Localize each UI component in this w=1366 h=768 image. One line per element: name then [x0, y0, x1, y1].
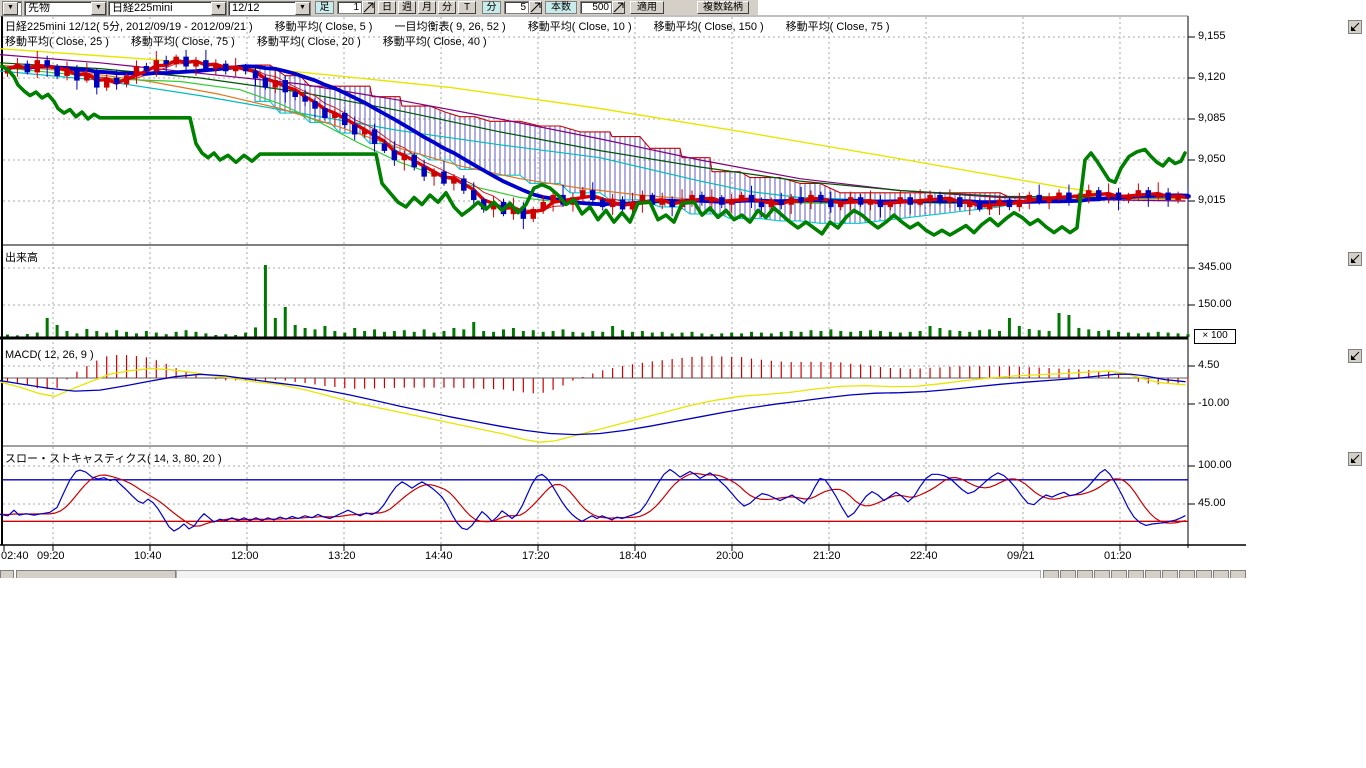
time-axis-label: 09:20: [37, 550, 65, 562]
mini-toolbar-button[interactable]: [1230, 570, 1246, 578]
time-axis-label: 17:20: [522, 550, 550, 562]
volume-panel-title: 出来高: [5, 249, 38, 265]
indicator-label: 移動平均( Close, 20 ): [257, 36, 361, 48]
time-axis-label: 13:20: [328, 550, 356, 562]
mini-toolbar-button[interactable]: [1196, 570, 1212, 578]
chart-application-window: { "toolbar": { "collapse_icon": "dropdow…: [0, 0, 1366, 768]
panel-resize-button[interactable]: [1348, 20, 1362, 34]
time-axis-label: 02:40: [1, 550, 29, 562]
time-axis-label: 18:40: [619, 550, 647, 562]
horizontal-scrollbar: [0, 570, 1250, 578]
price-axis-label: 9,085: [1198, 112, 1226, 124]
macd-panel-title: MACD( 12, 26, 9 ): [5, 349, 94, 361]
stochastics-panel-title: スロー・ストキャスティクス( 14, 3, 80, 20 ): [5, 450, 222, 466]
time-axis-label: 12:00: [231, 550, 259, 562]
indicator-label: 日経225mini 12/12( 5分, 2012/09/19 - 2012/0…: [5, 21, 253, 33]
indicator-legend-row2: 移動平均( Close, 25 ) 移動平均( Close, 75 ) 移動平均( …: [5, 33, 509, 49]
scrollbar-thumb[interactable]: [16, 570, 176, 578]
time-axis-label: 01:20: [1104, 550, 1132, 562]
indicator-label: 移動平均( Close, 5 ): [275, 21, 373, 33]
scrollbar-track[interactable]: [176, 570, 1041, 578]
mini-toolbar-button[interactable]: [1162, 570, 1178, 578]
indicator-label: 移動平均( Close, 25 ): [5, 36, 109, 48]
mini-toolbar-button[interactable]: [1043, 570, 1059, 578]
volume-multiplier-badge: × 100: [1194, 329, 1236, 344]
time-axis-label: 22:40: [910, 550, 938, 562]
time-axis-label: 14:40: [425, 550, 453, 562]
volume-axis-label: 345.00: [1198, 261, 1232, 273]
indicator-label: 移動平均( Close, 40 ): [383, 36, 487, 48]
indicator-label: 移動平均( Close, 75 ): [786, 21, 890, 33]
price-axis-label: 9,015: [1198, 194, 1226, 206]
panel-resize-button[interactable]: [1348, 452, 1362, 466]
volume-axis-label: 150.00: [1198, 298, 1232, 310]
mini-toolbar-button[interactable]: [1060, 570, 1076, 578]
indicator-label: 移動平均( Close, 75 ): [131, 36, 235, 48]
mini-toolbar-button[interactable]: [1145, 570, 1161, 578]
price-axis-label: 9,155: [1198, 30, 1226, 42]
indicator-label: 移動平均( Close, 10 ): [528, 21, 632, 33]
indicator-legend-row1: 日経225mini 12/12( 5分, 2012/09/19 - 2012/0…: [5, 18, 912, 34]
mini-toolbar-button[interactable]: [1128, 570, 1144, 578]
mini-toolbar-button[interactable]: [1179, 570, 1195, 578]
mini-toolbar-button[interactable]: [1077, 570, 1093, 578]
indicator-label: 一目均衡表( 9, 26, 52 ): [394, 21, 505, 33]
scrollbar-left-arrow-button[interactable]: [0, 570, 14, 578]
mini-toolbar-button[interactable]: [1111, 570, 1127, 578]
time-axis-label: 20:00: [716, 550, 744, 562]
macd-axis-label: -10.00: [1198, 397, 1229, 409]
macd-axis-label: 4.50: [1198, 359, 1219, 371]
price-axis-label: 9,120: [1198, 71, 1226, 83]
time-axis-label: 21:20: [813, 550, 841, 562]
time-axis-label: 09/21: [1007, 550, 1035, 562]
stoch-axis-label: 100.00: [1198, 459, 1232, 471]
indicator-label: 移動平均( Close, 150 ): [654, 21, 764, 33]
mini-toolbar-button[interactable]: [1213, 570, 1229, 578]
price-axis-label: 9,050: [1198, 153, 1226, 165]
time-axis-label: 10:40: [134, 550, 162, 562]
panel-resize-button[interactable]: [1348, 349, 1362, 363]
panel-resize-button[interactable]: [1348, 252, 1362, 266]
mini-toolbar-button[interactable]: [1094, 570, 1110, 578]
chart-canvas: [0, 0, 1366, 585]
stoch-axis-label: 45.00: [1198, 497, 1226, 509]
